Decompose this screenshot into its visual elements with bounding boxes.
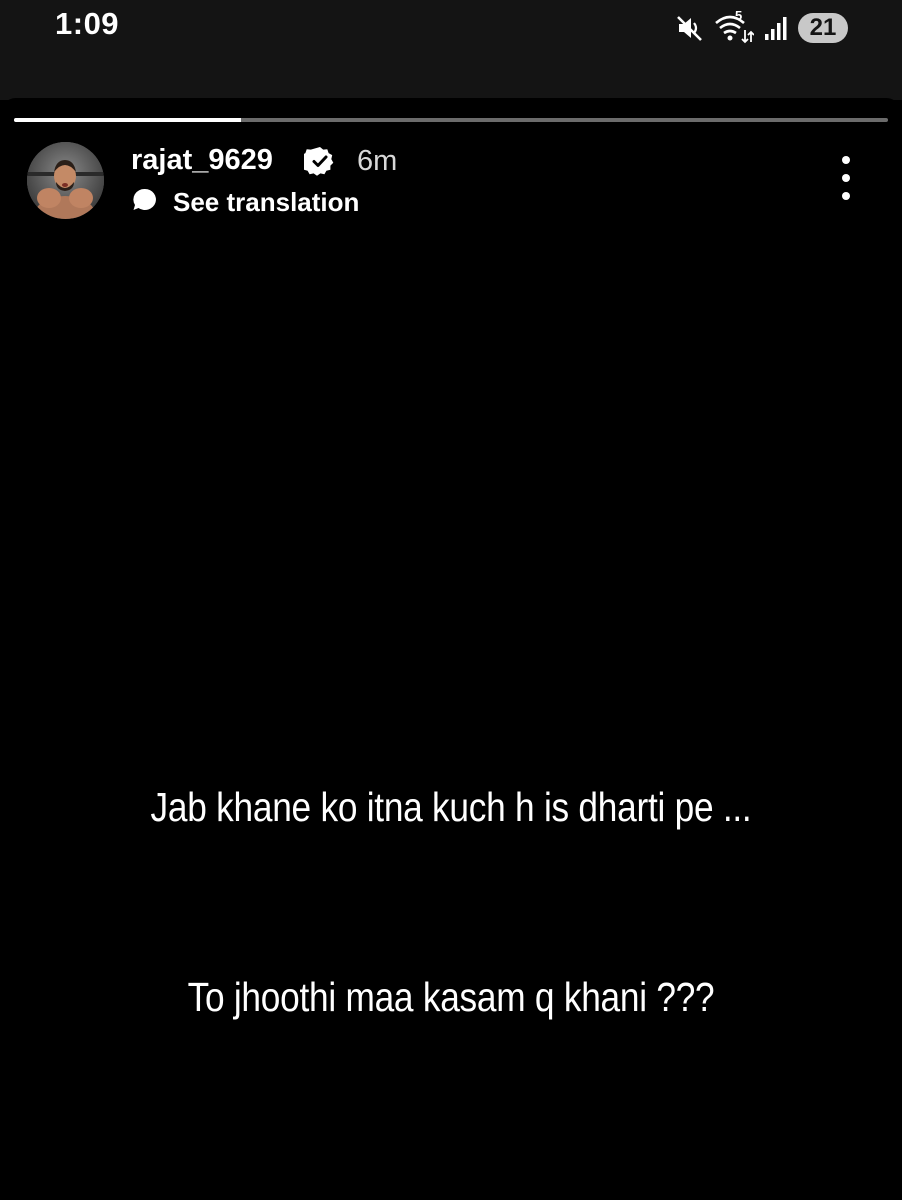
speech-bubble-icon (131, 186, 159, 219)
status-icons: 5 21 (676, 8, 848, 46)
story-text-line: To jhoothi maa kasam q khani ??? (187, 974, 715, 1020)
battery-icon: 21 (798, 13, 848, 43)
status-time: 1:09 (55, 6, 120, 41)
avatar[interactable] (27, 142, 104, 219)
see-translation-label: See translation (173, 187, 360, 217)
signal-icon (764, 15, 788, 41)
story-progress-fill (14, 118, 242, 122)
wifi-icon: 5 (714, 8, 754, 44)
story-viewer[interactable]: rajat_9629 6m See translation Jab khane … (0, 98, 902, 1200)
more-options-icon-dot (842, 192, 850, 200)
mute-icon (676, 14, 704, 42)
see-translation-button[interactable]: See translation (131, 186, 359, 219)
more-options-icon-dot (842, 174, 850, 182)
verified-badge-icon (300, 145, 336, 182)
story-progress-bar (14, 118, 888, 122)
story-username[interactable]: rajat_9629 (131, 144, 273, 177)
more-options-icon (842, 156, 850, 164)
wifi-standard-label: 5 (735, 8, 743, 23)
story-timestamp: 6m (357, 145, 398, 177)
more-options-button[interactable] (826, 156, 866, 200)
status-bar: 1:09 5 21 (0, 0, 902, 100)
story-text-line: Jab khane ko itna kuch h is dharti pe ..… (150, 784, 752, 830)
